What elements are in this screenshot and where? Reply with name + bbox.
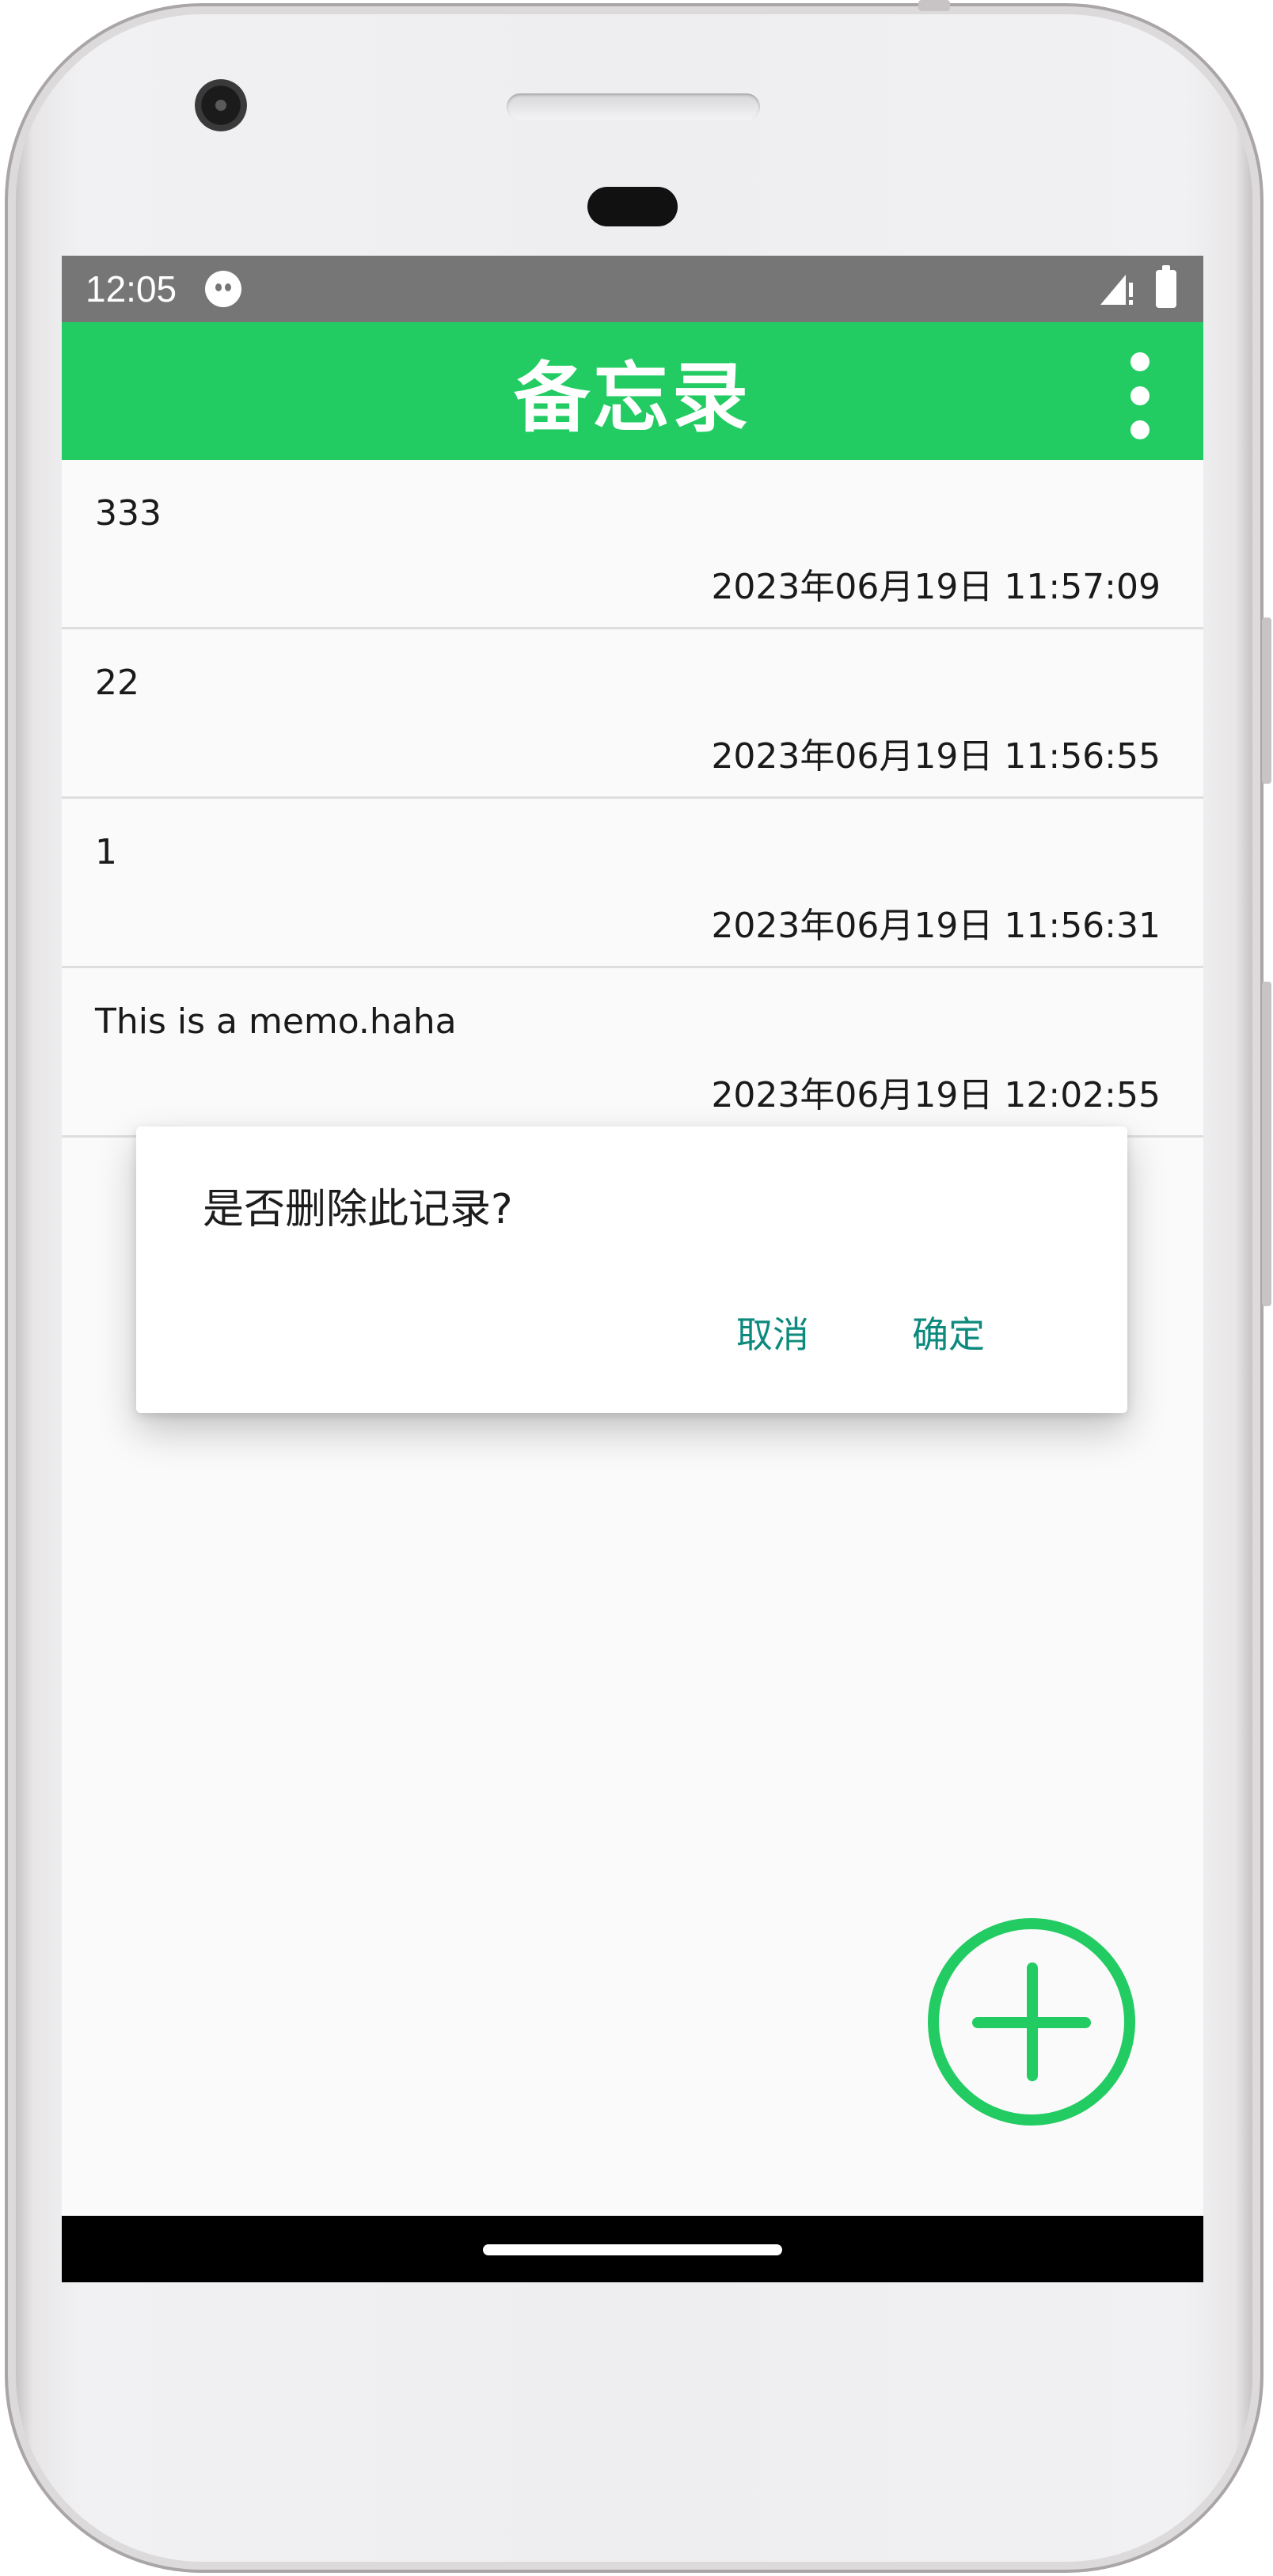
add-circle-icon[interactable] [928,1918,1135,2126]
memo-item[interactable]: 1 2023年06月19日 11:56:31 [62,799,1203,968]
cancel-button[interactable]: 取消 [714,1293,831,1372]
navigation-bar [62,2216,1203,2282]
status-bar: 12:05 [62,256,1203,322]
memo-content: 22 [95,663,139,703]
power-button [918,0,950,11]
memo-time: 2023年06月19日 11:56:31 [711,906,1161,946]
battery-full-icon [1156,265,1176,308]
dialog-message: 是否删除此记录? [203,1186,513,1233]
memo-item[interactable]: 22 2023年06月19日 11:56:55 [62,629,1203,799]
side-button-upper [1262,617,1271,784]
memo-item[interactable]: 333 2023年06月19日 11:57:09 [62,460,1203,629]
screen: 12:05 备忘录 333 2023年06月19日 11:57:09 22 20… [62,256,1203,2282]
memo-content: This is a memo.haha [95,1001,457,1042]
memo-time: 2023年06月19日 11:56:55 [711,736,1161,777]
android-debug-icon [205,271,242,307]
memo-item[interactable]: This is a memo.haha 2023年06月19日 12:02:55 [62,968,1203,1138]
app-bar: 备忘录 [62,322,1203,460]
status-time: 12:05 [86,268,177,310]
signal-no-data-icon [1100,275,1133,305]
proximity-sensor [587,187,678,226]
app-title: 备忘录 [514,353,751,443]
memo-content: 333 [95,493,162,534]
home-gesture-handle[interactable] [483,2244,782,2255]
side-button-lower [1262,982,1271,1306]
delete-confirm-dialog: 是否删除此记录? 取消 确定 [136,1127,1127,1413]
memo-content: 1 [95,832,117,872]
memo-time: 2023年06月19日 12:02:55 [711,1075,1161,1115]
memo-time: 2023年06月19日 11:57:09 [711,567,1161,607]
more-vert-icon[interactable] [1124,352,1156,439]
front-camera [195,79,247,131]
memo-list: 333 2023年06月19日 11:57:09 22 2023年06月19日 … [62,460,1203,1138]
earpiece-speaker [507,93,760,120]
confirm-button[interactable]: 确定 [890,1293,1007,1372]
status-indicators [1099,265,1180,308]
